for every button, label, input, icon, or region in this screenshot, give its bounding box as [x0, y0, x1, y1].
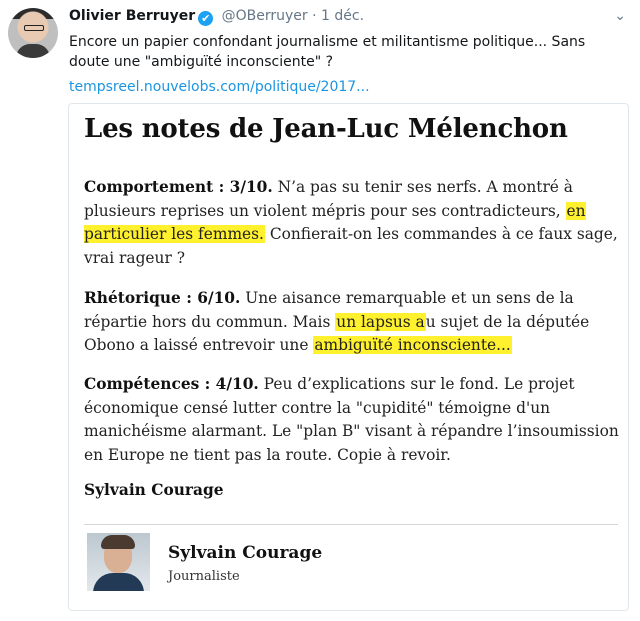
tweet-link[interactable]: tempsreel.nouvelobs.com/politique/2017..…: [69, 77, 370, 97]
chevron-down-icon[interactable]: ⌄: [614, 8, 626, 24]
photo-hair: [101, 535, 135, 549]
tweet-text: Encore un papier confondant journalisme …: [69, 34, 586, 70]
author-avatar[interactable]: [8, 8, 58, 58]
paragraph-label: Compétences : 4/10.: [84, 375, 259, 393]
tweet-date[interactable]: 1 déc.: [321, 8, 364, 24]
article-title: Les notes de Jean-Luc Mélenchon: [84, 114, 568, 144]
separator-dot: ·: [312, 8, 317, 24]
avatar-glasses: [24, 25, 44, 31]
photo-body: [93, 573, 144, 591]
article-signature: Sylvain Courage: [84, 481, 224, 499]
author-handle[interactable]: @OBerruyer: [222, 8, 308, 24]
journalist-role: Journaliste: [168, 569, 240, 584]
article-paragraph-behavior: Comportement : 3/10. N’a pas su tenir se…: [84, 176, 619, 270]
highlighted-text: un lapsus a: [335, 312, 426, 331]
article-paragraph-rhetoric: Rhétorique : 6/10. Une aisance remarquab…: [84, 287, 619, 358]
article-paragraph-skills: Compétences : 4/10. Peu d’explications s…: [84, 373, 619, 467]
article-image-card[interactable]: Les notes de Jean-Luc Mélenchon Comporte…: [68, 103, 629, 611]
paragraph-label: Comportement : 3/10.: [84, 178, 273, 196]
journalist-photo: [87, 533, 150, 591]
journalist-name: Sylvain Courage: [168, 543, 323, 563]
verified-badge-icon: ✔: [198, 11, 214, 26]
tweet-header: Olivier Berruyer ✔ @OBerruyer · 1 déc. ⌄: [69, 8, 626, 28]
divider: [84, 524, 618, 525]
paragraph-label: Rhétorique : 6/10.: [84, 289, 241, 307]
author-name[interactable]: Olivier Berruyer: [69, 8, 195, 24]
avatar-shirt: [16, 44, 50, 58]
highlighted-text: ambiguïté inconsciente...: [313, 336, 512, 354]
